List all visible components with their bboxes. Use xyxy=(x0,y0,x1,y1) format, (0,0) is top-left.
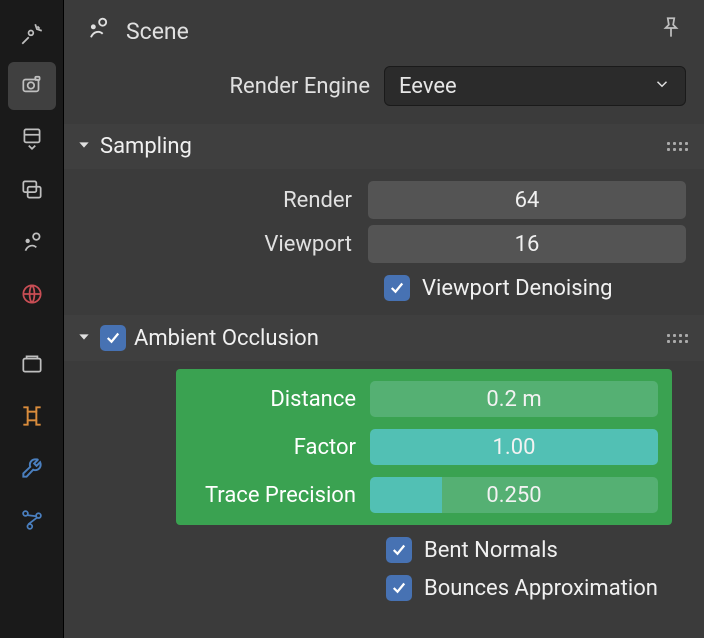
ao-factor-field[interactable]: 1.00 xyxy=(370,429,658,465)
sampling-header[interactable]: Sampling xyxy=(64,124,704,169)
bounces-approximation-label: Bounces Approximation xyxy=(424,576,658,601)
tab-view-layer[interactable] xyxy=(8,166,56,214)
chevron-down-icon xyxy=(653,74,671,99)
pin-icon[interactable] xyxy=(658,15,684,47)
bent-normals-row: Bent Normals xyxy=(64,537,704,563)
render-engine-row: Render Engine Eevee xyxy=(64,66,704,124)
bent-normals-label: Bent Normals xyxy=(424,538,558,563)
sampling-viewport-field[interactable]: 16 xyxy=(368,225,686,263)
bounces-approximation-row: Bounces Approximation xyxy=(64,575,704,601)
properties-panel: Scene Render Engine Eevee Sampling Rende… xyxy=(64,0,704,638)
render-engine-select[interactable]: Eevee xyxy=(384,66,686,106)
disclosure-icon xyxy=(76,134,92,159)
sampling-render-label: Render xyxy=(78,188,368,213)
scene-icon xyxy=(84,14,112,48)
sampling-render-row: Render 64 xyxy=(78,181,686,219)
sampling-title: Sampling xyxy=(100,134,192,159)
drag-handle-icon[interactable] xyxy=(667,142,688,151)
tab-output[interactable] xyxy=(8,114,56,162)
tab-tool[interactable] xyxy=(8,10,56,58)
ao-precision-row: Trace Precision 0.250 xyxy=(190,477,658,513)
tab-render[interactable] xyxy=(8,62,56,110)
ao-factor-label: Factor xyxy=(190,435,370,460)
viewport-denoising-label: Viewport Denoising xyxy=(422,276,612,301)
ao-distance-label: Distance xyxy=(190,387,370,412)
render-engine-label: Render Engine xyxy=(64,74,384,99)
tab-object[interactable] xyxy=(8,392,56,440)
ao-precision-field[interactable]: 0.250 xyxy=(370,477,658,513)
panel-header: Scene xyxy=(64,0,704,66)
tab-collection[interactable] xyxy=(8,340,56,388)
tab-particles[interactable] xyxy=(8,496,56,544)
viewport-denoising-checkbox[interactable] xyxy=(384,275,410,301)
sampling-body: Render 64 Viewport 16 Viewport Denoising xyxy=(64,169,704,307)
sampling-render-field[interactable]: 64 xyxy=(368,181,686,219)
ao-enable-checkbox[interactable] xyxy=(100,325,126,351)
bounces-approximation-checkbox[interactable] xyxy=(386,575,412,601)
disclosure-icon xyxy=(76,326,92,351)
drag-handle-icon[interactable] xyxy=(667,334,688,343)
ao-precision-label: Trace Precision xyxy=(190,483,370,508)
ao-title: Ambient Occlusion xyxy=(134,326,319,351)
tab-modifiers[interactable] xyxy=(8,444,56,492)
ao-header[interactable]: Ambient Occlusion xyxy=(64,315,704,361)
ao-factor-row: Factor 1.00 xyxy=(190,429,658,465)
properties-tabs xyxy=(0,0,64,638)
ao-distance-row: Distance 0.2 m xyxy=(190,381,658,417)
bent-normals-checkbox[interactable] xyxy=(386,537,412,563)
tab-scene[interactable] xyxy=(8,218,56,266)
ao-distance-field[interactable]: 0.2 m xyxy=(370,381,658,417)
render-engine-value: Eevee xyxy=(399,74,457,99)
sampling-viewport-row: Viewport 16 xyxy=(78,225,686,263)
header-title: Scene xyxy=(126,18,189,45)
ao-highlight-block: Distance 0.2 m Factor 1.00 Trace Precisi… xyxy=(176,369,672,525)
viewport-denoising-row: Viewport Denoising xyxy=(78,275,686,301)
sampling-viewport-label: Viewport xyxy=(78,232,368,257)
tab-world[interactable] xyxy=(8,270,56,318)
